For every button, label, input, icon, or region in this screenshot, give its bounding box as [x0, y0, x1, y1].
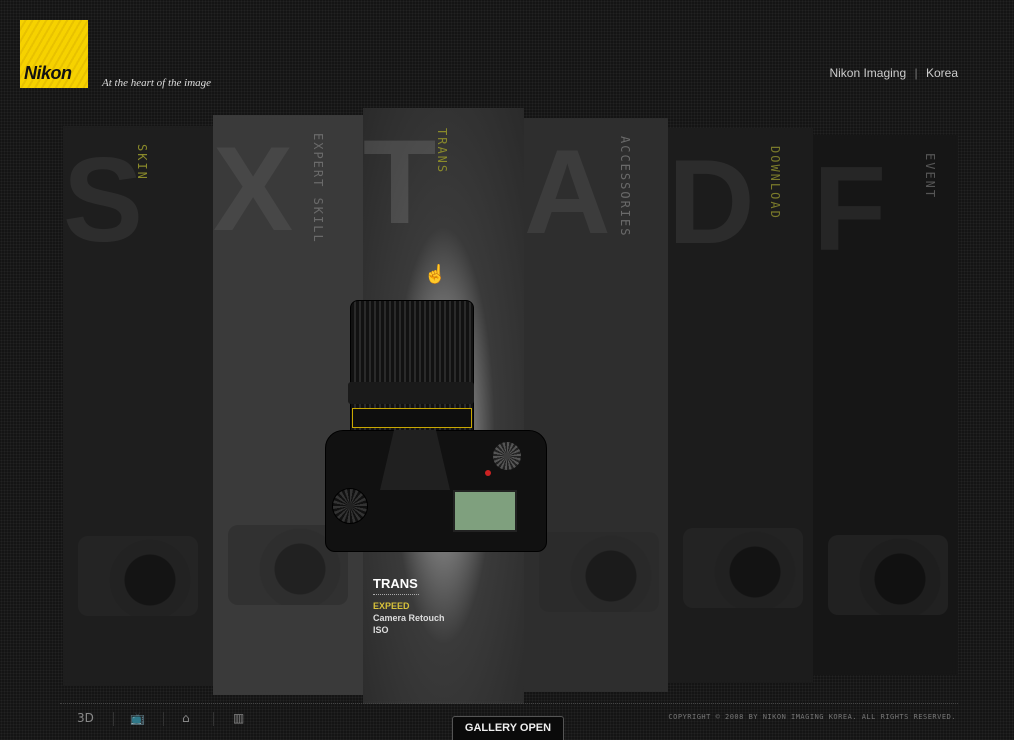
- brand-tagline: At the heart of the image: [102, 77, 212, 89]
- camera-red-mark: [485, 470, 491, 476]
- panel-skin[interactable]: S SKIN: [63, 126, 213, 686]
- copyright-notice: COPYRIGHT © 2008 BY NIKON IMAGING KOREA.…: [668, 713, 956, 721]
- panel-letter: X: [213, 122, 294, 256]
- camera-command-dial: [493, 442, 521, 470]
- top-navigation: Nikon Imaging | Korea: [829, 66, 958, 80]
- feature-item-camera-retouch[interactable]: Camera Retouch: [373, 613, 445, 623]
- panel-event[interactable]: F EVENT: [813, 135, 958, 675]
- camera-lens-label: [352, 408, 472, 428]
- nav-link-korea[interactable]: Korea: [926, 66, 958, 80]
- gallery-open-button[interactable]: GALLERY OPEN: [452, 716, 564, 740]
- panel-label-event: EVENT: [923, 153, 937, 200]
- camera-lcd: [453, 490, 517, 532]
- panel-label-skin: SKIN: [135, 144, 149, 181]
- panel-label-accessories: ACCESSORIES: [618, 136, 632, 238]
- footer-separator: [163, 712, 164, 726]
- feature-title: TRANS: [373, 576, 419, 595]
- camera-thumbnail: [683, 528, 803, 608]
- featured-camera-image: [320, 300, 550, 560]
- chart-icon[interactable]: ▥: [233, 711, 244, 725]
- panel-letter: D: [668, 135, 755, 269]
- nikon-logo[interactable]: Nikon: [20, 20, 88, 88]
- camera-thumbnail: [828, 535, 948, 615]
- feature-item-expeed[interactable]: EXPEED: [373, 601, 445, 611]
- camera-thumbnail: [539, 532, 659, 612]
- panel-label-trans: TRANS: [435, 128, 449, 175]
- panel-download[interactable]: D DOWNLOAD: [668, 128, 813, 683]
- footer-separator: [213, 712, 214, 726]
- 3d-view-button[interactable]: 3D: [77, 711, 94, 725]
- feature-info: TRANS EXPEED Camera Retouch ISO: [373, 576, 445, 635]
- home-icon[interactable]: ⌂: [182, 711, 190, 725]
- panel-letter: S: [63, 133, 144, 267]
- camera-mode-dial: [332, 488, 368, 524]
- footer-divider: [60, 703, 958, 705]
- logo-wordmark: Nikon: [24, 63, 72, 83]
- tv-icon[interactable]: 📺: [130, 711, 145, 725]
- panel-letter: A: [524, 125, 611, 259]
- panel-letter: F: [813, 142, 887, 276]
- panel-letter: T: [363, 115, 437, 249]
- gallery-open-label: GALLERY OPEN: [464, 722, 552, 734]
- hand-cursor-icon: ☝: [424, 264, 447, 284]
- panel-label-expert-skill: EXPERT SKILL: [311, 133, 325, 244]
- nav-separator: |: [914, 66, 918, 80]
- camera-thumbnail: [78, 536, 198, 616]
- camera-lens-ring: [348, 382, 474, 404]
- feature-item-iso[interactable]: ISO: [373, 625, 445, 635]
- footer-separator: [113, 712, 114, 726]
- panel-label-download: DOWNLOAD: [768, 146, 782, 220]
- nav-link-nikon-imaging[interactable]: Nikon Imaging: [829, 66, 906, 80]
